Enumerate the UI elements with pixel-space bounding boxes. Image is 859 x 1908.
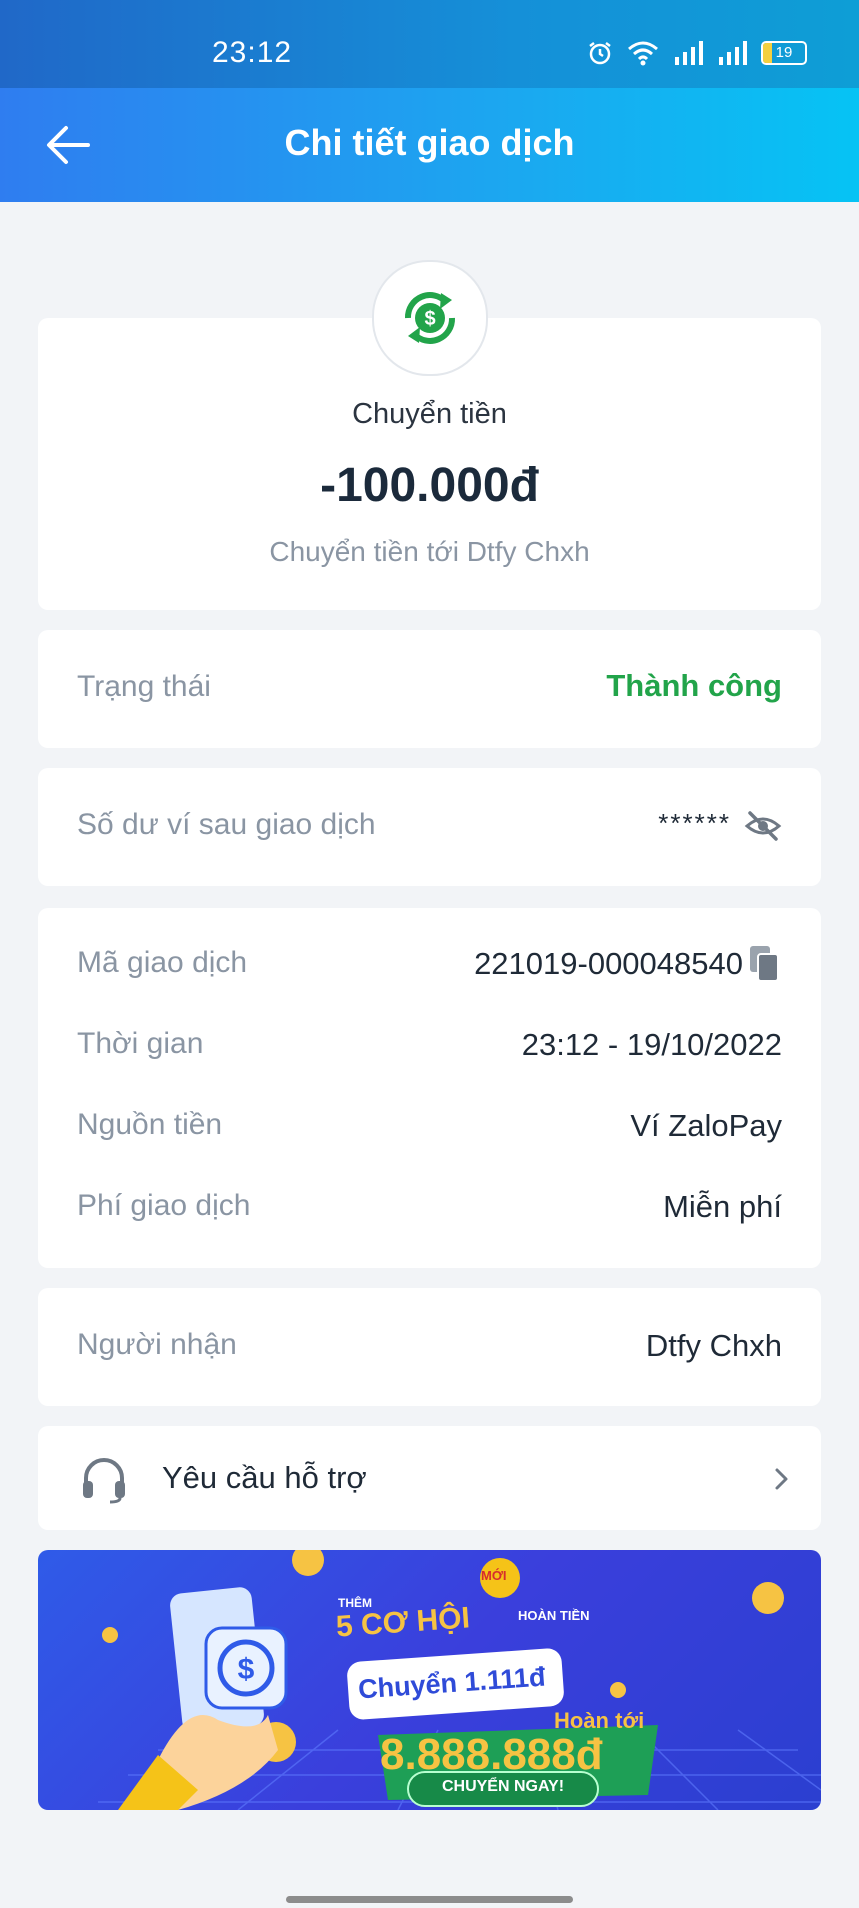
detail-label: Phí giao dịch	[77, 1189, 251, 1222]
wifi-icon	[628, 41, 658, 66]
detail-row: Nguồn tiền Ví ZaloPay	[38, 1108, 821, 1158]
support-request-button[interactable]: Yêu cầu hỗ trợ	[38, 1426, 821, 1530]
transaction-type-badge: $	[372, 260, 488, 376]
nav-bar: Chi tiết giao dịch	[0, 88, 859, 202]
support-label: Yêu cầu hỗ trợ	[162, 1460, 367, 1495]
headset-icon	[83, 1458, 125, 1504]
recipient-card: Người nhận Dtfy Chxh	[38, 1288, 821, 1406]
detail-row: Mã giao dịch 221019-000048540	[38, 946, 821, 996]
detail-label: Nguồn tiền	[77, 1108, 223, 1141]
page-title: Chi tiết giao dịch	[284, 122, 575, 163]
alarm-icon	[589, 42, 611, 65]
money-transfer-icon: $	[405, 292, 455, 344]
signal-icon	[675, 41, 703, 65]
detail-value: 23:12 - 19/10/2022	[521, 1027, 782, 1062]
transaction-id-value: 221019-000048540	[474, 946, 743, 981]
detail-row: Thời gian 23:12 - 19/10/2022	[38, 1027, 821, 1077]
transaction-amount: -100.000đ	[320, 459, 539, 512]
status-label: Trạng thái	[77, 670, 211, 703]
detail-label: Thời gian	[77, 1027, 204, 1060]
copy-button[interactable]	[747, 944, 783, 984]
promo-banner[interactable]: $ MỚI THÊM 5 CƠ HỘI HOÀN TIỀN Chuyển 1.1…	[38, 1550, 821, 1810]
status-value: Thành công	[606, 668, 782, 703]
svg-text:$: $	[238, 1653, 255, 1686]
banner-small-right: HOÀN TIỀN	[518, 1608, 590, 1623]
balance-card: Số dư ví sau giao dịch ******	[38, 768, 821, 886]
signal-icon-2	[719, 41, 747, 65]
chevron-right-icon	[775, 1468, 788, 1490]
status-time: 23:12	[212, 36, 293, 69]
balance-label: Số dư ví sau giao dịch	[77, 808, 376, 841]
recipient-value: Dtfy Chxh	[645, 1328, 782, 1363]
status-bar: 23:12 19	[0, 0, 859, 88]
copy-icon	[750, 946, 779, 982]
home-indicator[interactable]	[286, 1896, 573, 1903]
detail-row: Phí giao dịch Miễn phí	[38, 1189, 821, 1239]
header: 23:12 19 Chi tiết giao dịch	[0, 0, 859, 202]
battery-icon: 19	[761, 41, 807, 65]
details-card: Mã giao dịch 221019-000048540 Thời gian …	[38, 908, 821, 1268]
transaction-type: Chuyển tiền	[352, 398, 507, 430]
balance-value: ******	[658, 808, 731, 838]
detail-value: Ví ZaloPay	[630, 1108, 782, 1143]
detail-value: Miễn phí	[663, 1189, 782, 1224]
battery-level: 19	[775, 44, 793, 61]
recipient-label: Người nhận	[77, 1328, 237, 1361]
banner-badge: MỚI	[481, 1568, 507, 1583]
transaction-description: Chuyển tiền tới Dtfy Chxh	[269, 536, 590, 567]
status-icons: 19	[587, 40, 807, 66]
banner-cta: CHUYỂN NGAY!	[441, 1778, 565, 1795]
banner-refund-amount: 8.888.888đ	[380, 1730, 603, 1779]
eye-off-icon	[744, 811, 782, 841]
svg-text:$: $	[424, 308, 435, 330]
status-card: Trạng thái Thành công	[38, 630, 821, 748]
detail-label: Mã giao dịch	[77, 946, 248, 979]
toggle-balance-button[interactable]	[743, 806, 783, 846]
